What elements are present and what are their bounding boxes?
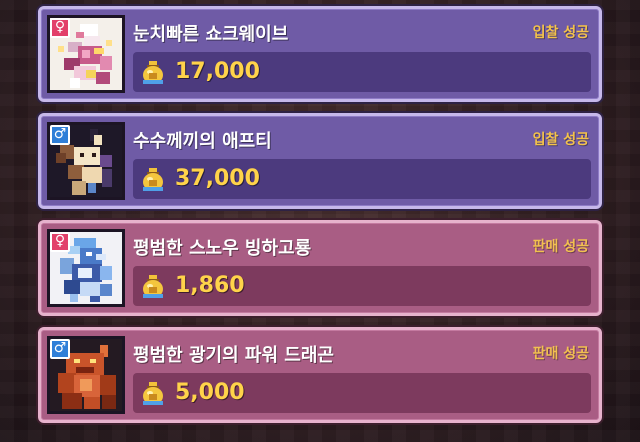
monster-name: 눈치빠른 쇼크웨이브 [133,24,289,45]
listing-card[interactable]: ♂ 수수께끼의 애프티 입찰 성공 37,000 [38,113,602,209]
monster-name: 평범한 스노우 빙하고룡 [133,238,312,259]
red-power-dragon-icon: ♂ [47,336,125,414]
money-bag-icon [143,382,163,405]
status-label: 입찰 성공 [532,25,589,41]
price-bar: 5,000 [133,373,591,413]
male-gender-icon: ♂ [50,339,70,359]
price-bar: 1,860 [133,266,591,306]
status-label: 입찰 성공 [532,132,589,148]
price-value: 5,000 [175,380,245,405]
listing-card[interactable]: ♀ 평범한 스노우 빙하고룡 판매 성공 1,860 [38,220,602,316]
white-pink-dragon-icon: ♀ [47,15,125,93]
money-bag-icon [143,61,163,84]
price-value: 1,860 [175,273,245,298]
status-label: 판매 성공 [532,239,589,255]
price-bar: 37,000 [133,159,591,199]
snow-ice-dragon-icon: ♀ [47,229,125,307]
listing-card[interactable]: ♂ 평범한 광기의 파워 드래곤 판매 성공 5,000 [38,327,602,423]
monster-name: 평범한 광기의 파워 드래곤 [133,345,334,366]
price-bar: 17,000 [133,52,591,92]
horned-cream-creature-icon: ♂ [47,122,125,200]
listing-card[interactable]: ♀ 눈치빠른 쇼크웨이브 입찰 성공 17,000 [38,6,602,102]
status-label: 판매 성공 [532,346,589,362]
male-gender-icon: ♂ [50,125,70,145]
money-bag-icon [143,275,163,298]
monster-name: 수수께끼의 애프티 [133,131,272,152]
female-gender-icon: ♀ [50,18,70,38]
price-value: 17,000 [175,59,260,84]
female-gender-icon: ♀ [50,232,70,252]
price-value: 37,000 [175,166,260,191]
money-bag-icon [143,168,163,191]
